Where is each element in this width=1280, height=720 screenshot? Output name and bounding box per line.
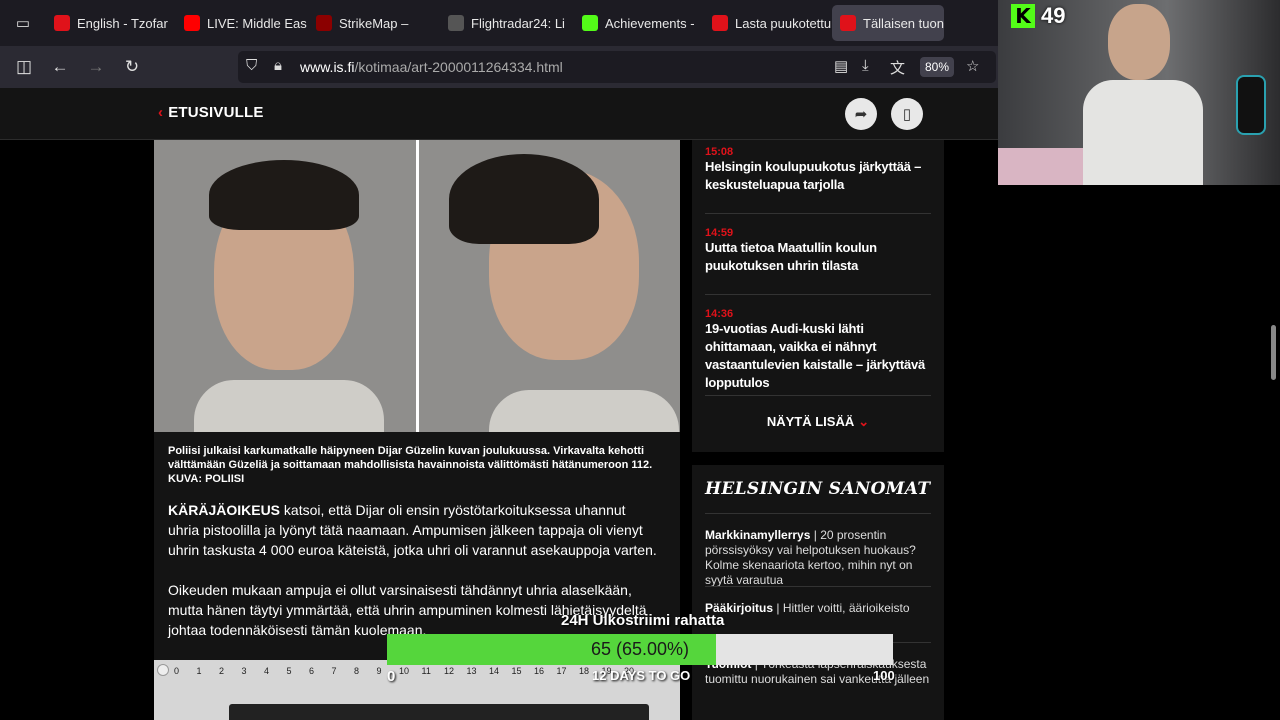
web-page: ‹ ETUSIVULLE ➦ ▯ Poliisi julkaisi karkum… bbox=[0, 88, 998, 720]
chevron-left-icon: ‹ bbox=[158, 104, 164, 121]
reader-view-icon[interactable]: ▤ bbox=[834, 57, 848, 75]
ruler-tick-label: 15 bbox=[511, 666, 522, 676]
red-alert-icon bbox=[54, 15, 70, 31]
bookmark-icon: ▯ bbox=[902, 106, 912, 123]
ruler-tick-label: 12 bbox=[444, 666, 455, 676]
il-icon bbox=[712, 15, 728, 31]
browser-tab[interactable]: Flightradar24: Li bbox=[440, 5, 574, 41]
news-item[interactable]: 14:36 19-vuotias Audi-kuski lähti ohitta… bbox=[705, 308, 931, 396]
news-item[interactable]: 14:59 Uutta tietoa Maatullin koulun puuk… bbox=[705, 227, 931, 295]
browser-tab[interactable]: LIVE: Middle Eas bbox=[176, 5, 308, 41]
viewer-count: 49 bbox=[1041, 3, 1066, 28]
url-bar[interactable]: ⛉ 🔒︎ www.is.fi/kotimaa/art-2000011264334… bbox=[238, 51, 996, 83]
site-header: ‹ ETUSIVULLE ➦ ▯ bbox=[0, 88, 998, 140]
ruler-tick-label: 4 bbox=[264, 666, 270, 676]
ruler-tick-label: 7 bbox=[331, 666, 337, 676]
url-text[interactable]: www.is.fi/kotimaa/art-2000011264334.html bbox=[300, 59, 563, 75]
back-arrow-icon[interactable]: ← bbox=[42, 49, 78, 85]
tab-label: StrikeMap – bbox=[339, 15, 409, 31]
shield-icon[interactable]: ⛉ bbox=[246, 57, 257, 74]
back-to-front-page-link[interactable]: ‹ ETUSIVULLE bbox=[158, 104, 264, 121]
microphone-icon bbox=[1236, 75, 1266, 135]
download-icon[interactable]: ⤓ bbox=[862, 57, 869, 74]
hs-article-link[interactable]: Markkinamyllerrys | 20 prosentin pörssis… bbox=[705, 513, 931, 588]
lock-icon[interactable]: 🔒︎ bbox=[274, 57, 282, 74]
browser-tab[interactable]: Lasta puukotettu bbox=[704, 5, 832, 41]
ruler-tick-label: 14 bbox=[489, 666, 500, 676]
show-more-button[interactable]: NÄYTÄ LISÄÄ ⌄ bbox=[692, 414, 944, 430]
ruler-tick-label: 10 bbox=[399, 666, 410, 676]
ruler-tick-label: 13 bbox=[466, 666, 477, 676]
ruler-tick-label: 17 bbox=[556, 666, 567, 676]
browser-tab[interactable]: Achievements - bbox=[574, 5, 704, 41]
ruler-tick-label: 3 bbox=[241, 666, 247, 676]
tab-bar: ▭ English - Tzofar LIVE: Middle Eas Strike… bbox=[0, 0, 998, 46]
zoom-level[interactable]: 80% bbox=[920, 57, 955, 77]
browser-tab[interactable]: English - Tzofar bbox=[46, 5, 176, 41]
radar-icon bbox=[448, 15, 464, 31]
ruler-tick-label: 1 bbox=[196, 666, 202, 676]
ruler-tick-label: 16 bbox=[534, 666, 545, 676]
muted-speaker-icon bbox=[316, 15, 332, 31]
tab-overview-icon[interactable]: ▭ bbox=[0, 0, 46, 46]
ruler-tick-label: 6 bbox=[309, 666, 315, 676]
bookmark-star-icon[interactable]: ☆ bbox=[966, 57, 979, 75]
goal-min-label: 0 bbox=[387, 668, 396, 685]
hs-article-link[interactable]: Pääkirjoitus | Hittler voitti, äärioikei… bbox=[705, 586, 931, 616]
sidebar-toggle-icon[interactable]: ◫ bbox=[6, 49, 42, 85]
helsingin-sanomat-box: HELSINGIN SANOMAT Markkinamyllerrys | 20… bbox=[692, 465, 944, 720]
share-button[interactable]: ➦ bbox=[845, 98, 877, 130]
photo-caption: Poliisi julkaisi karkumatkalle häipyneen… bbox=[168, 444, 658, 486]
ruler-tick-label: 8 bbox=[354, 666, 360, 676]
translate-icon[interactable]: 文 bbox=[890, 57, 905, 78]
forward-arrow-icon[interactable]: → bbox=[78, 49, 114, 85]
photo-credit: KUVA: POLIISI bbox=[168, 473, 245, 485]
donation-goal-title: 24H Ulkostriimi rahatta bbox=[561, 612, 725, 629]
tabs-list: English - Tzofar LIVE: Middle Eas StrikeMa… bbox=[46, 5, 944, 41]
tab-label: English - Tzofar bbox=[77, 15, 168, 31]
share-icon: ➦ bbox=[854, 106, 868, 123]
front-portrait bbox=[154, 140, 416, 432]
goal-max-label: 100 bbox=[873, 668, 895, 683]
tab-label: Tällaisen tuon bbox=[863, 15, 944, 31]
ruler-tick-label: 0 bbox=[174, 666, 180, 676]
tab-label: Lasta puukotettu bbox=[735, 15, 832, 31]
streamer-head bbox=[1108, 4, 1170, 80]
streamer-shirt bbox=[1083, 80, 1203, 185]
goal-days-left: 12 DAYS TO GO bbox=[592, 668, 691, 683]
tab-label: Achievements - bbox=[605, 15, 695, 31]
article-paragraph: Oikeuden mukaan ampuja ei ollut varsinai… bbox=[168, 582, 647, 638]
tab-label: LIVE: Middle Eas bbox=[207, 15, 307, 31]
save-bookmark-button[interactable]: ▯ bbox=[891, 98, 923, 130]
tab-label: Flightradar24: Li bbox=[471, 15, 565, 31]
chevron-down-icon: ⌄ bbox=[858, 414, 870, 429]
scrollbar-thumb[interactable] bbox=[1271, 325, 1276, 380]
browser-tab[interactable]: StrikeMap – bbox=[308, 5, 440, 41]
browser-tab[interactable]: Tällaisen tuon× bbox=[832, 5, 944, 41]
kick-icon bbox=[582, 15, 598, 31]
ruler-tick-label: 5 bbox=[286, 666, 292, 676]
youtube-icon bbox=[184, 15, 200, 31]
news-item[interactable]: 15:08 Helsingin koulupuukotus järkyttää … bbox=[705, 146, 931, 214]
profile-portrait bbox=[418, 140, 680, 432]
ruler-tick-label: 11 bbox=[421, 666, 431, 676]
article: Poliisi julkaisi karkumatkalle häipyneen… bbox=[154, 140, 680, 720]
article-paragraph: KÄRÄJÄOIKEUS katsoi, että Dijar oli ensi… bbox=[168, 502, 657, 558]
browser-window: ▭ English - Tzofar LIVE: Middle Eas Strike… bbox=[0, 0, 998, 720]
latest-news-box: 15:08 Helsingin koulupuukotus järkyttää … bbox=[692, 140, 944, 452]
suspect-photo bbox=[154, 140, 680, 432]
ruler-tick-label: 2 bbox=[219, 666, 225, 676]
donation-goal-text: 65 (65.00%) bbox=[590, 639, 690, 659]
kick-viewer-counter: K 49 bbox=[1011, 3, 1065, 29]
reload-icon[interactable]: ↻ bbox=[114, 49, 150, 85]
hs-logo[interactable]: HELSINGIN SANOMAT bbox=[705, 479, 930, 499]
kick-logo-icon: K bbox=[1011, 4, 1035, 28]
is-icon bbox=[840, 15, 856, 31]
pistol-shape bbox=[229, 704, 649, 720]
donation-goal-bar: 65 (65.00%) bbox=[387, 634, 893, 665]
nav-bar: ◫ ← → ↻ ⛉ 🔒︎ www.is.fi/kotimaa/art-20000… bbox=[0, 46, 998, 88]
